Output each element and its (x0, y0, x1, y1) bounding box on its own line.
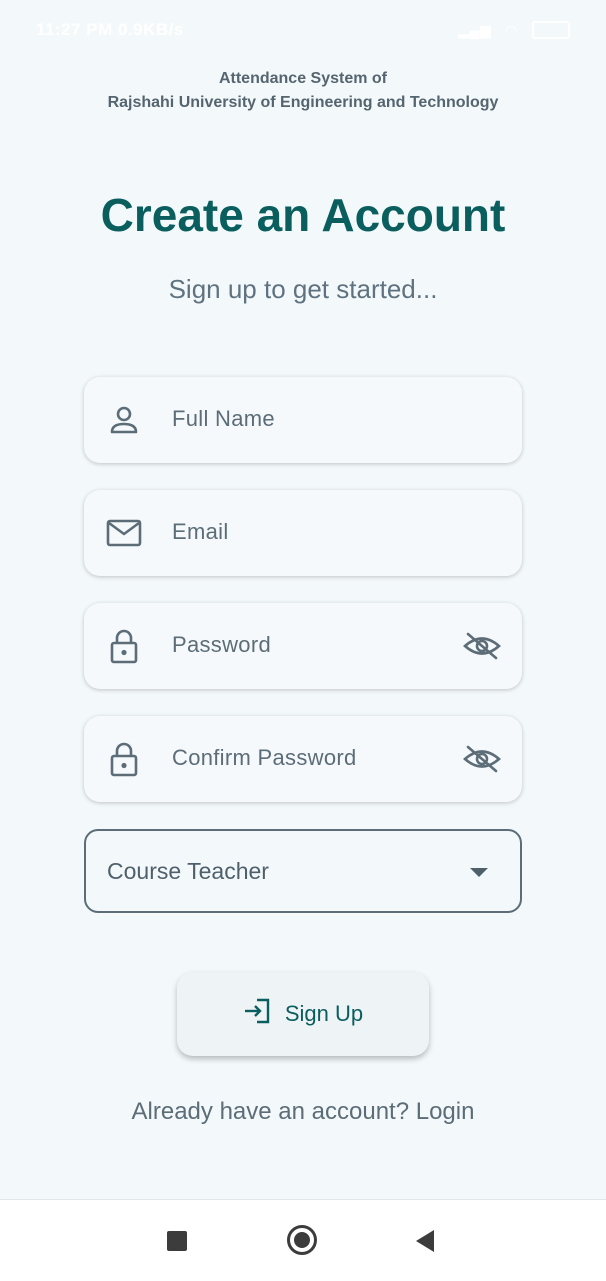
person-icon (106, 402, 142, 438)
signal-icon: ▂▄▆ (458, 21, 492, 38)
status-speed: 0.9KB/s (118, 20, 184, 39)
password-placeholder: Password (172, 632, 271, 657)
header-line-2: Rajshahi University of Engineering and T… (107, 94, 499, 111)
full-name-field[interactable]: Full Name (84, 377, 522, 463)
mail-icon (106, 515, 142, 551)
sign-up-label: Sign Up (284, 1001, 364, 1026)
eye-off-icon[interactable] (462, 628, 502, 664)
system-nav-bar (0, 1199, 606, 1281)
sign-up-button[interactable]: Sign Up (177, 972, 429, 1056)
lock-icon (106, 628, 142, 664)
role-selected-value: Course Teacher (107, 858, 269, 884)
status-left: 11:27 PM 0.9KB/s (36, 20, 184, 40)
battery-icon (532, 21, 570, 39)
login-link[interactable]: Already have an account? Login (0, 1098, 606, 1126)
status-right: ▂▄▆ ◠ (458, 21, 570, 39)
password-field[interactable]: Password (84, 603, 522, 689)
back-icon[interactable] (416, 1230, 434, 1252)
login-icon (243, 998, 271, 1030)
eye-off-icon[interactable] (462, 741, 502, 777)
home-icon[interactable] (287, 1225, 317, 1255)
full-name-placeholder: Full Name (172, 406, 275, 431)
page-title: Create an Account (100, 189, 506, 241)
header-line-1: Attendance System of (218, 70, 388, 87)
role-dropdown[interactable]: Course Teacher (84, 829, 522, 913)
email-placeholder: Email (172, 519, 229, 544)
confirm-password-placeholder: Confirm Password (172, 745, 357, 770)
confirm-password-field[interactable]: Confirm Password (84, 716, 522, 802)
page-subtitle: Sign up to get started... (168, 274, 438, 304)
chevron-down-icon (470, 868, 488, 877)
status-bar: 11:27 PM 0.9KB/s ▂▄▆ ◠ (0, 0, 606, 60)
recents-icon[interactable] (167, 1231, 187, 1251)
lock-icon (106, 741, 142, 777)
status-time: 11:27 PM (36, 20, 113, 39)
wifi-icon: ◠ (505, 21, 518, 38)
email-field[interactable]: Email (84, 490, 522, 576)
